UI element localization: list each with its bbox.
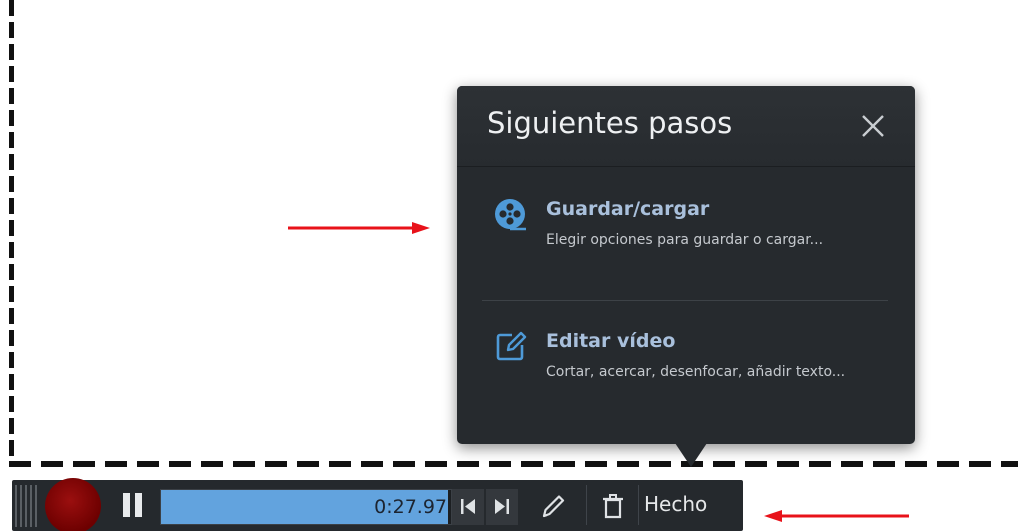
edit-video-description: Cortar, acercar, desenfocar, añadir text… — [546, 364, 846, 380]
pencil-icon — [542, 495, 565, 518]
record-button[interactable] — [45, 478, 101, 531]
recording-area-border-left — [9, 0, 14, 466]
popup-title: Siguientes pasos — [487, 106, 733, 140]
edit-pencil-square-icon — [496, 331, 527, 361]
popup-header: Siguientes pasos — [457, 86, 915, 167]
popup-pointer — [675, 443, 707, 467]
edit-video-option[interactable]: Editar vídeo Cortar, acercar, desenfocar… — [493, 330, 893, 410]
screen: Siguientes pasos Guardar/cargar Elegir o… — [0, 0, 1018, 531]
skip-back-button[interactable] — [452, 489, 484, 525]
close-icon[interactable] — [859, 112, 887, 140]
annotation-arrow-right — [288, 222, 430, 234]
skip-back-icon — [461, 499, 475, 514]
recording-progress-bar[interactable]: 0:27.97 — [160, 489, 452, 525]
elapsed-time: 0:27.97 — [374, 496, 447, 518]
edit-video-title: Editar vídeo — [546, 330, 676, 352]
next-steps-popup: Siguientes pasos Guardar/cargar Elegir o… — [457, 86, 915, 467]
skip-forward-button[interactable] — [486, 489, 518, 525]
drag-handle-grip[interactable] — [15, 485, 37, 527]
toolbar-separator — [586, 485, 587, 525]
trash-icon — [603, 494, 623, 519]
annotation-arrow-left — [764, 510, 909, 522]
pause-button[interactable] — [120, 491, 148, 521]
recorder-toolbar: 0:27.97 Hecho — [12, 478, 743, 531]
save-upload-description: Elegir opciones para guardar o cargar... — [546, 232, 824, 248]
skip-forward-icon — [495, 499, 509, 514]
pause-icon — [123, 493, 130, 517]
recording-area-border-bottom — [9, 461, 1018, 467]
popup-divider — [482, 300, 888, 301]
film-reel-icon — [495, 199, 526, 231]
pencil-button[interactable] — [536, 489, 570, 523]
save-upload-title: Guardar/cargar — [546, 198, 710, 220]
done-button[interactable]: Hecho — [644, 492, 707, 516]
save-upload-option[interactable]: Guardar/cargar Elegir opciones para guar… — [493, 198, 893, 278]
delete-button[interactable] — [596, 489, 630, 523]
toolbar-separator — [638, 485, 639, 525]
